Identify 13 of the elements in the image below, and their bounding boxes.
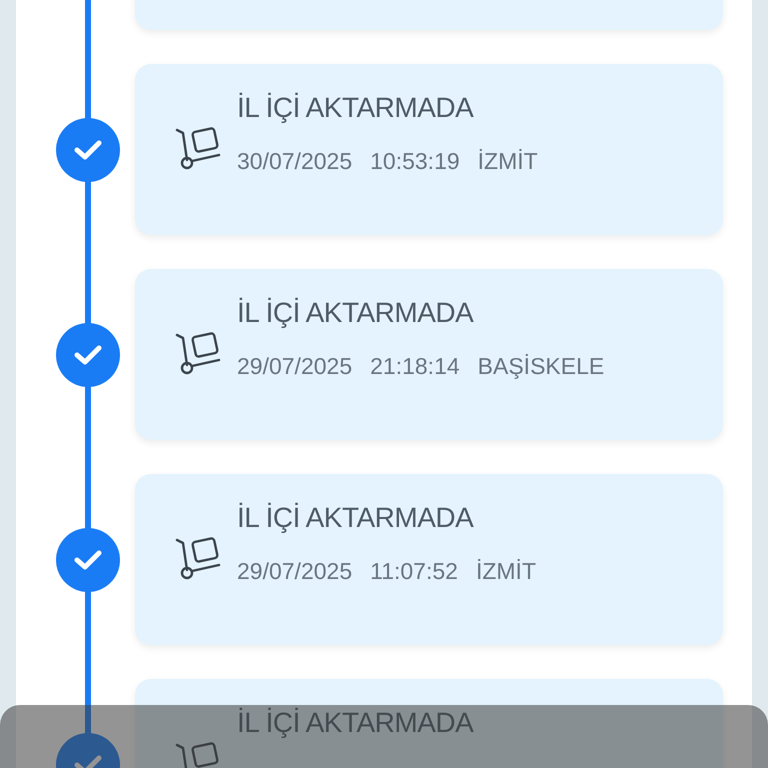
event-time: 21:18:14 — [370, 352, 460, 381]
event-time: 10:53:19 — [370, 147, 460, 176]
event-date: 30/07/2025 — [237, 147, 352, 176]
event-location: İZMİT — [478, 147, 538, 176]
event-title: İL İÇİ AKTARMADA — [237, 501, 475, 535]
event-location: BAŞİSKELE — [478, 352, 604, 381]
event-date: 29/07/2025 — [237, 352, 352, 381]
event-title: İL İÇİ AKTARMADA — [237, 91, 475, 125]
event-time: 11:07:52 — [370, 557, 458, 586]
event-location: İZMİT — [476, 557, 536, 586]
event-title: İL İÇİ AKTARMADA — [237, 296, 475, 330]
event-title: İL İÇİ AKTARMADA — [237, 706, 474, 740]
event-date: 29/07/2025 — [237, 557, 352, 586]
